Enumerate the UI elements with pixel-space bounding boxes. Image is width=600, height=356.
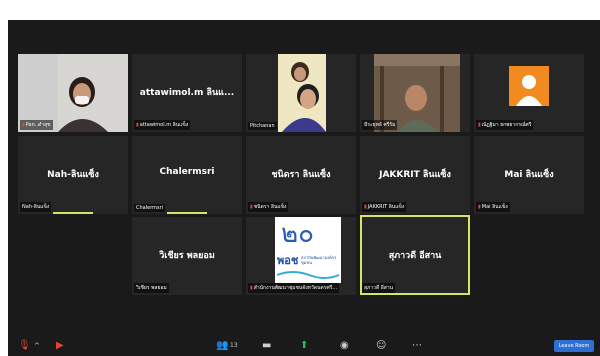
participant-name: สุภาวดี อีสาน (388, 251, 442, 261)
video-tile-supawadee[interactable]: สุภาวดี อีสาน สุภาวดี อีสาน (360, 215, 470, 295)
participant-name: Nah-ลินแซ็ง (47, 170, 99, 180)
participant-label: วิเชียร พลยอม (134, 283, 169, 293)
video-tile-wichian[interactable]: วิเชียร พลยอม วิเชียร พลยอม (132, 217, 242, 295)
participant-label: ▮Pan..ดำสุข (20, 120, 53, 130)
participants-icon[interactable]: 👥 (216, 340, 228, 352)
chevron-up-icon[interactable]: ^ (34, 340, 40, 352)
leave-room-button[interactable]: Leave Room (554, 340, 594, 352)
video-tile-jakkrit[interactable]: JAKKRIT ลินแซ็ง ▮JAKKRIT ลินแข็ง (360, 136, 470, 214)
participant-label: สุภาวดี อีสาน (362, 283, 396, 293)
codi-logo: ๒๐ พอช สถาบันพัฒนาองค์กรชุมชน (275, 217, 341, 283)
video-tile-attawimol[interactable]: attawimol.m ลินแ... ▮attawimol.m ลินแข็ง (132, 54, 242, 132)
participant-label: Chalermsri (134, 204, 166, 212)
participant-label: Nah-ลินแข็ง (20, 202, 52, 212)
talking-indicator (53, 212, 93, 214)
meeting-toolbar: 🎙 ^ ▶ 👥 13 ▬ ⬆ ◉ ☺ ⋯ Leave Room (8, 336, 600, 356)
mic-muted-icon: ▮ (478, 122, 481, 128)
talking-indicator (167, 212, 207, 214)
participant-name: Mai ลินแซ็ง (504, 170, 554, 180)
reactions-icon[interactable]: ☺ (376, 340, 386, 352)
participant-label: ▮สำนักงานพัฒนาชุมชนจังหวัดนครศรี... (248, 283, 340, 293)
participant-name: ชนิดรา ลินแซ็ง (271, 170, 331, 180)
chat-icon[interactable]: ▬ (262, 340, 271, 352)
video-off-icon[interactable]: ▶ (56, 340, 64, 352)
video-tile-pitchanan[interactable]: Pitchanan (246, 54, 356, 132)
participant-name: Chalermsri (159, 167, 215, 177)
more-icon[interactable]: ⋯ (412, 340, 422, 352)
mic-muted-icon: ▮ (136, 122, 139, 128)
video-tile-mai[interactable]: Mai ลินแซ็ง ▮Mai ลินแข็ง (474, 136, 584, 214)
participant-label: ▮ณัฏฐิมา ยกพยากรณ์ศรี (476, 120, 534, 130)
video-tile-chalermsri[interactable]: Chalermsri Chalermsri (132, 136, 242, 214)
mic-muted-icon: ▮ (250, 204, 253, 210)
video-tile-woman-mask[interactable]: ▮Pan..ดำสุข (18, 54, 128, 132)
participant-label: ▮attawimol.m ลินแข็ง (134, 120, 191, 130)
mic-muted-icon: ▮ (22, 122, 25, 128)
video-tile-man-outdoor[interactable]: มีระยุทธ์ ศรีรัม (360, 54, 470, 132)
mic-muted-icon: ▮ (478, 204, 481, 210)
participant-name: JAKKRIT ลินแซ็ง (379, 170, 451, 180)
mic-muted-icon: ▮ (250, 285, 253, 291)
participant-label: ▮JAKKRIT ลินแข็ง (362, 202, 407, 212)
participant-video (246, 54, 356, 132)
participants-count: 13 (230, 342, 238, 349)
video-tile-nah[interactable]: Nah-ลินแซ็ง Nah-ลินแข็ง (18, 136, 128, 214)
video-tile-logo[interactable]: ๒๐ พอช สถาบันพัฒนาองค์กรชุมชน ▮สำนักงานพ… (246, 217, 356, 295)
participant-label: มีระยุทธ์ ศรีรัม (362, 120, 398, 130)
video-tile-chanidra[interactable]: ชนิดรา ลินแซ็ง ▮ชนิดรา ลินแข็ง (246, 136, 356, 214)
share-screen-icon[interactable]: ⬆ (300, 340, 308, 352)
participant-name: วิเชียร พลยอม (159, 251, 215, 261)
mic-muted-icon: ▮ (364, 204, 367, 210)
record-icon[interactable]: ◉ (340, 340, 349, 352)
participant-name: attawimol.m ลินแ... (139, 88, 235, 98)
logo-wave (276, 271, 340, 279)
participant-label: ▮ชนิดรา ลินแข็ง (248, 202, 289, 212)
participant-label: Pitchanan (248, 122, 277, 130)
participant-label: ▮Mai ลินแข็ง (476, 202, 510, 212)
video-tile-avatar[interactable]: ▮ณัฏฐิมา ยกพยากรณ์ศรี (474, 54, 584, 132)
zoom-window: ▮Pan..ดำสุข attawimol.m ลินแ... ▮attawim… (8, 20, 600, 356)
microphone-muted-icon[interactable]: 🎙 (18, 340, 31, 352)
